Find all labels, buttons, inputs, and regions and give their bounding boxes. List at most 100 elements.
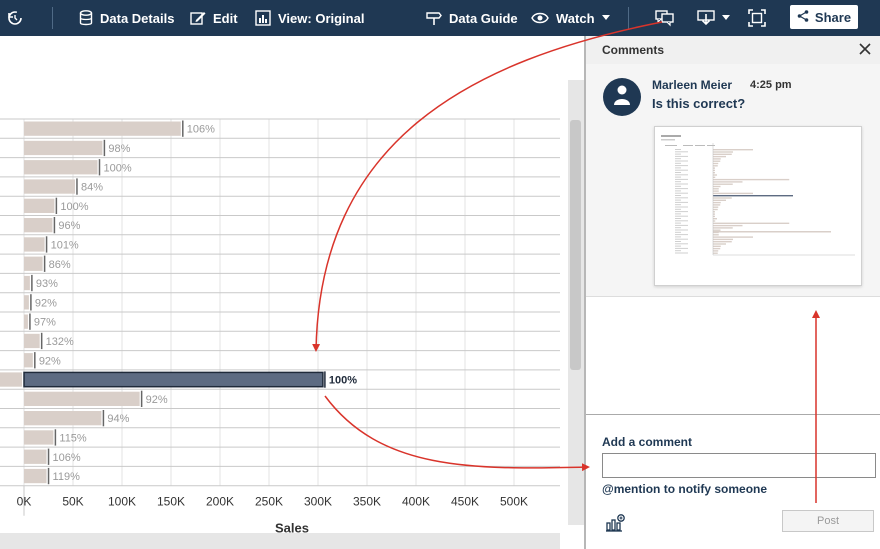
thumbnail-label (675, 158, 681, 160)
database-icon (79, 10, 93, 26)
watch-button[interactable]: Watch (531, 0, 610, 36)
thumbnail-label (675, 167, 681, 169)
fullscreen-button[interactable] (748, 0, 766, 36)
thumbnail-label (675, 181, 681, 183)
thumbnail-label (675, 195, 681, 196)
comments-header: Comments (586, 36, 880, 64)
data-label: 100% (60, 201, 88, 213)
thumbnail-bar (713, 238, 733, 241)
comments-button[interactable] (655, 0, 675, 36)
bar (23, 371, 324, 388)
bar (24, 333, 40, 349)
data-label: 97% (34, 317, 56, 329)
share-icon (797, 9, 809, 25)
edit-button[interactable]: Edit (190, 0, 238, 36)
add-comment-label: Add a comment (602, 435, 693, 449)
data-label: 92% (146, 394, 168, 406)
chart-area: 106% 98% 100% 84% 100% 96% 101% 86% 93% 92% 97% 132… (0, 36, 584, 549)
thumbnail-bar (713, 197, 732, 199)
thumbnail-label (675, 241, 681, 242)
post-button[interactable]: Post (782, 510, 874, 532)
thumbnail-bar (713, 204, 721, 206)
download-icon (697, 10, 715, 26)
thumbnail-bar (713, 169, 715, 172)
thumbnail-label (675, 183, 688, 185)
thumbnail-label (675, 188, 688, 190)
share-button[interactable]: Share (790, 5, 858, 29)
toolbar-separator (628, 7, 629, 29)
thumbnail-label (675, 153, 681, 155)
user-icon (613, 84, 631, 111)
thumbnail-label (675, 231, 681, 233)
view-icon (255, 10, 271, 26)
thumbnail-bar (713, 231, 831, 233)
thumbnail-label (675, 155, 688, 157)
data-label: 106% (187, 124, 215, 136)
thumbnail-bar (713, 199, 726, 201)
thumbnail-bar (713, 158, 721, 160)
thumbnail-bar (713, 234, 719, 236)
fullscreen-icon (748, 9, 766, 27)
data-label: 96% (58, 220, 80, 232)
vertical-scroll-thumb[interactable] (570, 120, 581, 370)
thumbnail-label (675, 238, 688, 240)
thumbnail-bar (713, 215, 715, 218)
view-button[interactable]: View: Original (255, 0, 364, 36)
thumbnail-label (675, 211, 688, 213)
revert-icon (6, 9, 24, 27)
thumbnail-label (675, 236, 681, 238)
thumbnail-label (675, 224, 688, 226)
comment-text: Is this correct? (652, 96, 746, 111)
bar (24, 468, 47, 484)
comment-snapshot[interactable] (654, 126, 862, 286)
bar (24, 353, 33, 368)
data-guide-button[interactable]: Data Guide (426, 0, 518, 36)
attach-viz-icon[interactable] (606, 514, 626, 537)
close-icon[interactable] (858, 42, 872, 61)
data-guide-label: Data Guide (449, 10, 518, 26)
thumbnail-label (675, 220, 688, 222)
revert-button[interactable] (6, 0, 24, 36)
download-button[interactable] (697, 0, 730, 36)
thumbnail-label (675, 245, 681, 247)
thumbnail-label (675, 151, 688, 153)
bar (24, 237, 45, 252)
data-details-button[interactable]: Data Details (79, 0, 174, 36)
thumbnail-label (675, 229, 688, 231)
thumbnail-label (675, 213, 681, 215)
data-label: 100% (104, 162, 132, 174)
thumbnail-bar (713, 181, 743, 183)
thumbnail-bar (713, 208, 718, 211)
data-label: 94% (107, 413, 129, 425)
thumbnail-label (675, 190, 681, 192)
thumbnail-label (675, 222, 681, 224)
bar (24, 140, 103, 156)
thumbnail-bar (713, 243, 726, 245)
thumbnail-bar (713, 174, 717, 176)
data-label: 106% (53, 452, 81, 464)
thumbnail-bar (713, 218, 717, 220)
thumbnail-bar (713, 178, 790, 181)
thumbnail-label (675, 206, 688, 208)
thumbnail-label (675, 162, 681, 164)
bar (24, 391, 140, 406)
thumbnail-label (675, 252, 688, 254)
horizontal-scrollbar[interactable] (0, 533, 560, 549)
thumbnail-bar (713, 176, 716, 178)
thumbnail-label (675, 172, 681, 173)
edit-icon (190, 10, 206, 26)
tick-label: 100K (108, 495, 136, 509)
thumbnail-label (675, 149, 681, 150)
tick-label: 250K (255, 495, 283, 509)
thumbnail-label (675, 199, 681, 201)
thumbnail-bar (713, 241, 732, 243)
tick-label: 200K (206, 495, 234, 509)
thumbnail-label (675, 243, 688, 245)
thumbnail-bar (713, 201, 721, 204)
toolbar-separator (52, 7, 53, 29)
chevron-down-icon (601, 15, 610, 21)
thumbnail-bar (713, 185, 721, 188)
data-label: 98% (108, 143, 130, 155)
thumbnail-label (675, 201, 688, 203)
comment-input[interactable] (602, 453, 876, 478)
